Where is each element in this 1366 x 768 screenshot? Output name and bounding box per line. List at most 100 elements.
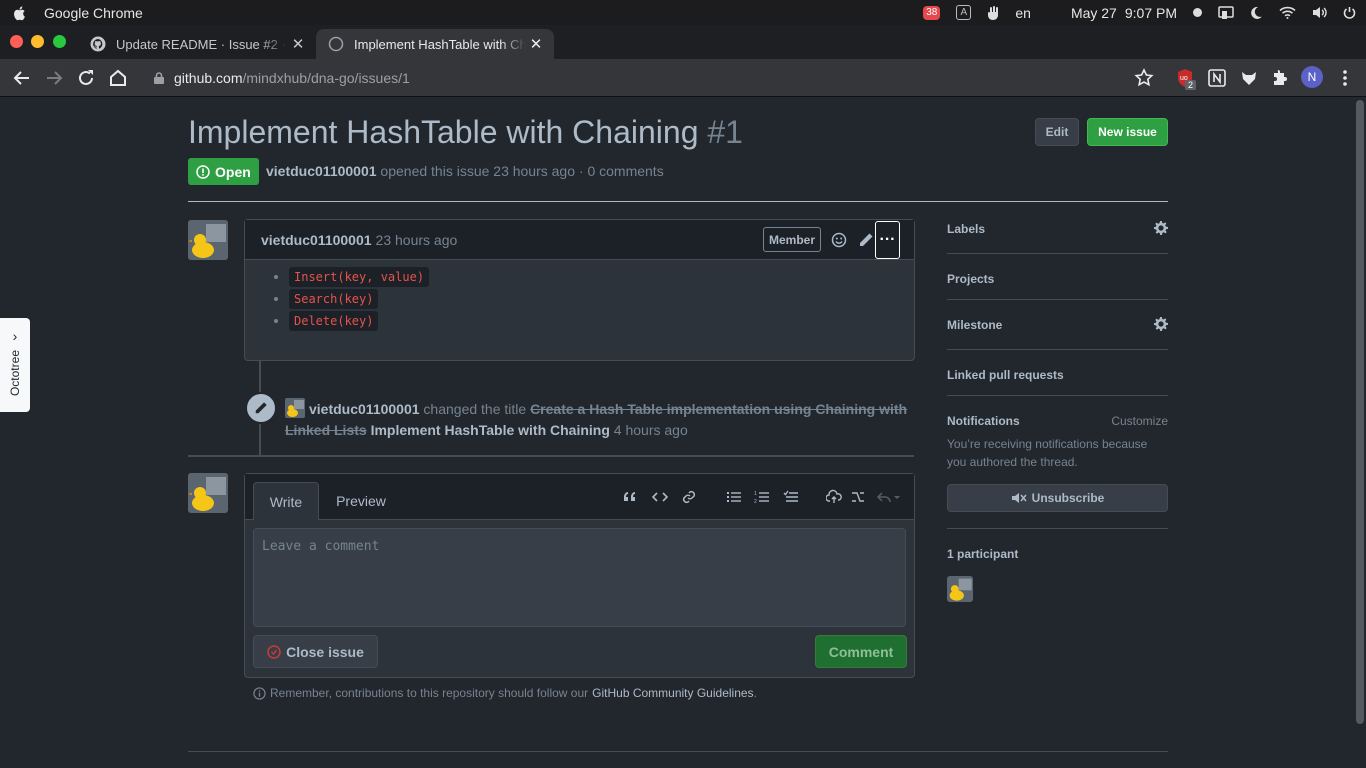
sidebar-projects-heading: Projects <box>947 272 995 286</box>
browser-tab-label: Update README · Issue #2 · mindxhub/dna-… <box>116 36 288 52</box>
event-timestamp[interactable]: 4 hours ago <box>614 422 688 438</box>
svg-text:2: 2 <box>754 499 757 505</box>
close-issue-button[interactable]: Close issue <box>253 635 378 668</box>
viewer-avatar[interactable] <box>188 473 228 513</box>
apple-logo-icon[interactable] <box>12 5 28 21</box>
smiley-reaction-icon[interactable] <box>831 232 847 248</box>
event-actor-avatar[interactable] <box>285 398 305 418</box>
bookmark-star-icon[interactable] <box>1134 68 1154 88</box>
close-tab-icon[interactable]: ✕ <box>288 35 308 53</box>
header-divider <box>188 201 1168 202</box>
issue-meta-text: opened this issue 23 hours ago · 0 comme… <box>380 163 664 179</box>
ordered-list-icon[interactable]: 12 <box>754 489 770 505</box>
window-close-button[interactable] <box>10 35 23 48</box>
customize-notifications-link[interactable]: Customize <box>1111 414 1168 428</box>
sidebar-labels-heading: Labels <box>947 222 986 236</box>
edit-title-button[interactable]: Edit <box>1035 118 1079 146</box>
event-actor-link[interactable]: vietduc01100001 <box>309 401 420 417</box>
tab-write[interactable]: Write <box>253 482 319 520</box>
timeline-divider <box>188 455 914 457</box>
event-new-title: Implement HashTable with Chaining <box>370 422 610 438</box>
app-name[interactable]: Google Chrome <box>44 5 143 21</box>
lock-icon[interactable] <box>154 72 164 84</box>
browser-menu-icon[interactable] <box>1335 68 1355 88</box>
issue-author-link[interactable]: vietduc01100001 <box>266 163 377 179</box>
issue-title: Implement HashTable with Chaining #1 <box>188 114 743 151</box>
unsubscribe-button[interactable]: Unsubscribe <box>947 484 1168 512</box>
issue-closed-icon <box>267 644 281 659</box>
browser-tab-readme[interactable]: Update README · Issue #2 · mindxhub/dna-… <box>78 29 316 59</box>
address-bar[interactable]: github.com/mindxhub/dna-go/issues/1 <box>142 63 1164 93</box>
notification-count-badge[interactable]: 38 <box>923 5 941 20</box>
unordered-list-icon[interactable] <box>726 489 742 505</box>
pencil-edit-icon[interactable] <box>858 232 874 248</box>
tab-preview[interactable]: Preview <box>327 482 395 520</box>
notification-reason: You’re receiving notifications because y… <box>947 437 1148 469</box>
input-source-icon[interactable]: A <box>956 5 972 20</box>
menubar-time[interactable]: 9:07 PM <box>1125 5 1177 21</box>
list-item: Delete(key) <box>289 311 914 331</box>
labels-gear-icon[interactable] <box>1154 221 1168 235</box>
author-avatar[interactable] <box>188 220 228 260</box>
new-issue-button[interactable]: New issue <box>1087 118 1168 146</box>
url-host: github.com <box>174 70 243 86</box>
scrollbar-thumb[interactable] <box>1356 100 1364 724</box>
milestone-gear-icon[interactable] <box>1154 317 1168 331</box>
comment-textarea[interactable]: Leave a comment <box>253 528 906 627</box>
close-tab-icon[interactable]: ✕ <box>526 35 546 53</box>
cross-reference-icon[interactable] <box>850 489 866 505</box>
language-indicator[interactable]: en <box>1015 5 1031 21</box>
code-icon[interactable] <box>652 489 668 505</box>
hand-icon[interactable] <box>987 5 999 20</box>
link-icon[interactable] <box>681 489 697 505</box>
wifi-icon[interactable] <box>1279 6 1296 19</box>
sidebar-divider <box>947 349 1168 350</box>
do-not-disturb-icon[interactable] <box>1250 6 1263 19</box>
browser-tab-hashtable[interactable]: Implement HashTable with Chaining · Issu… <box>316 29 554 59</box>
back-arrow-icon[interactable] <box>12 68 32 88</box>
issue-number: #1 <box>707 114 743 150</box>
screen-mirroring-icon[interactable] <box>1218 5 1234 20</box>
reload-icon[interactable] <box>76 68 96 88</box>
status-dot-icon[interactable] <box>1193 8 1202 17</box>
code-search: Search(key) <box>289 289 379 309</box>
sidebar-participants: 1 participant <box>947 547 1168 561</box>
fox-extension-icon[interactable] <box>1239 68 1259 88</box>
participants-heading: 1 participant <box>947 547 1019 561</box>
sidebar-milestone[interactable]: Milestone <box>947 318 1168 332</box>
power-icon[interactable] <box>1343 6 1356 19</box>
footer-divider <box>188 751 1168 752</box>
quote-icon[interactable] <box>622 489 638 505</box>
issue-state-badge: Open <box>188 158 259 185</box>
bell-slash-icon <box>1011 493 1027 503</box>
list-item: Insert(key, value) <box>289 267 914 287</box>
notion-extension-icon[interactable] <box>1207 68 1227 88</box>
task-list-icon[interactable] <box>783 489 799 505</box>
sidebar-linked-prs[interactable]: Linked pull requests <box>947 368 1168 382</box>
code-insert: Insert(key, value) <box>289 267 430 287</box>
community-guidelines-link[interactable]: GitHub Community Guidelines <box>592 686 753 700</box>
volume-icon[interactable] <box>1312 6 1327 19</box>
window-minimize-button[interactable] <box>31 35 44 48</box>
profile-avatar[interactable]: N <box>1301 66 1323 88</box>
sidebar-projects[interactable]: Projects <box>947 272 1168 286</box>
upload-cloud-icon[interactable] <box>826 489 842 505</box>
comment-author-link[interactable]: vietduc01100001 <box>261 232 372 248</box>
home-icon[interactable] <box>108 68 128 88</box>
reply-dropdown-icon[interactable] <box>876 489 902 505</box>
comment-timestamp[interactable]: 23 hours ago <box>376 232 458 248</box>
sidebar-labels[interactable]: Labels <box>947 222 1168 236</box>
sidebar-divider <box>947 528 1168 529</box>
octotree-toggle[interactable]: › Octotree <box>0 318 30 412</box>
member-badge: Member <box>763 227 822 252</box>
comment-options-button[interactable]: ··· <box>875 221 900 259</box>
info-icon <box>253 686 266 700</box>
puzzle-extensions-icon[interactable] <box>1270 68 1290 88</box>
comment-submit-button[interactable]: Comment <box>815 635 907 668</box>
sidebar-divider <box>947 299 1168 300</box>
participant-avatar[interactable] <box>947 576 973 602</box>
browser-toolbar: github.com/mindxhub/dna-go/issues/1 uo 2 <box>0 59 1366 97</box>
forward-arrow-icon[interactable] <box>44 68 64 88</box>
menubar-date[interactable]: May 27 <box>1071 5 1117 21</box>
window-zoom-button[interactable] <box>53 35 66 48</box>
